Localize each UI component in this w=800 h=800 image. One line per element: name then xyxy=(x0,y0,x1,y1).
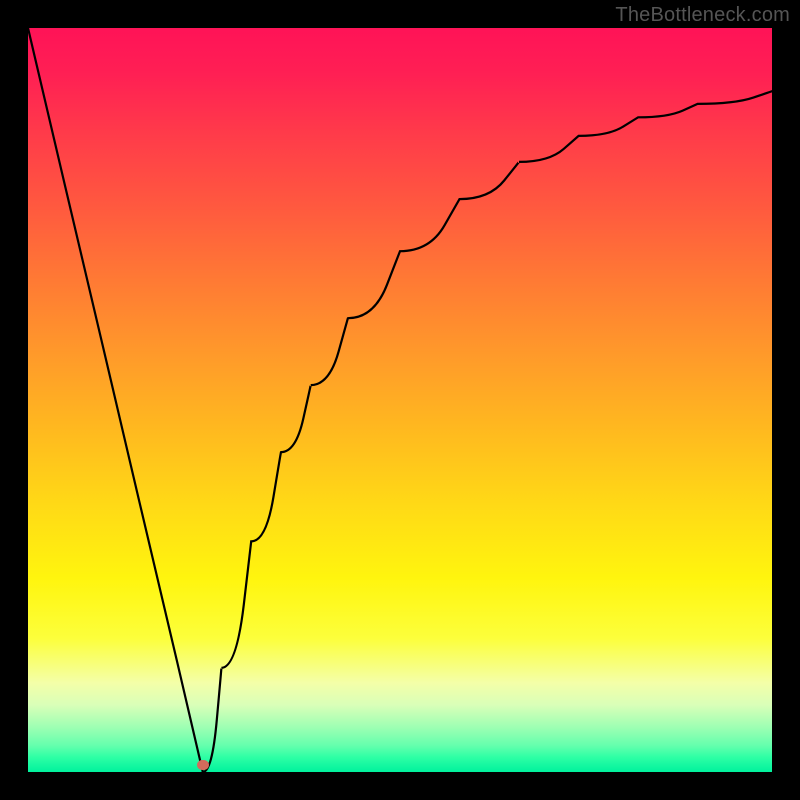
chart-frame: TheBottleneck.com xyxy=(0,0,800,800)
plot-area xyxy=(28,28,772,772)
curve-right-branch xyxy=(203,91,772,772)
watermark-text: TheBottleneck.com xyxy=(615,4,790,27)
curve-left-branch xyxy=(28,28,203,772)
bottleneck-curve xyxy=(28,28,772,772)
vertex-marker xyxy=(197,760,209,770)
